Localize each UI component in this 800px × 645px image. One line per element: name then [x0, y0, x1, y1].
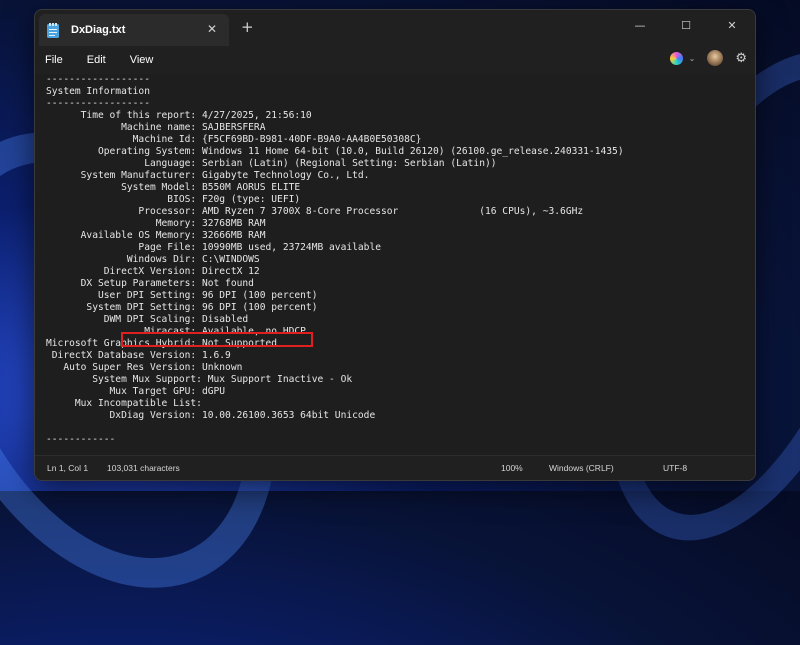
text-line: ------------------	[46, 98, 150, 109]
avatar[interactable]	[707, 50, 724, 66]
text-line: System Model: B550M AORUS ELITE	[46, 182, 301, 193]
miracast-highlight-box	[121, 332, 313, 347]
text-line: Memory: 32768MB RAM	[46, 218, 266, 229]
zoom-level[interactable]: 100%	[501, 463, 523, 473]
text-line: System Manufacturer: Gigabyte Technology…	[46, 170, 370, 181]
maximize-button[interactable]: ☐	[663, 10, 709, 40]
text-line: DxDiag Version: 10.00.26100.3653 64bit U…	[46, 410, 376, 421]
text-line: DirectX Database Version: 1.6.9	[46, 350, 231, 361]
text-line: Mux Target GPU: dGPU	[46, 386, 226, 397]
tab-title: DxDiag.txt	[71, 24, 126, 36]
close-tab-icon[interactable]: ✕	[207, 22, 217, 36]
text-line: Auto Super Res Version: Unknown	[46, 362, 243, 373]
text-line: ------------------	[46, 74, 150, 85]
text-line: DirectX Version: DirectX 12	[46, 266, 260, 277]
menu-bar: File Edit View ⌄ ⚙	[35, 46, 755, 74]
text-line: Processor: AMD Ryzen 7 3700X 8-Core Proc…	[46, 206, 584, 217]
cursor-position[interactable]: Ln 1, Col 1	[47, 463, 88, 473]
gear-icon[interactable]: ⚙	[735, 51, 747, 66]
text-line: Windows Dir: C:\WINDOWS	[46, 254, 260, 265]
text-line: ------------	[46, 434, 116, 445]
text-line: User DPI Setting: 96 DPI (100 percent)	[46, 290, 318, 301]
encoding[interactable]: UTF-8	[663, 463, 687, 473]
tab-dxdiag[interactable]: DxDiag.txt ✕	[39, 14, 229, 46]
text-line: System Mux Support: Mux Support Inactive…	[46, 374, 353, 385]
text-line: DWM DPI Scaling: Disabled	[46, 314, 249, 325]
text-line: BIOS: F20g (type: UEFI)	[46, 194, 301, 205]
status-bar: Ln 1, Col 1 103,031 characters 100% Wind…	[35, 455, 755, 480]
new-tab-button[interactable]: +	[241, 18, 254, 36]
notepad-window: DxDiag.txt ✕ + — ☐ ✕ File Edit View ⌄ ⚙ …	[34, 9, 756, 481]
close-window-button[interactable]: ✕	[709, 10, 755, 40]
text-line: System DPI Setting: 96 DPI (100 percent)	[46, 302, 318, 313]
character-count: 103,031 characters	[107, 463, 180, 473]
text-editor[interactable]: ------------------ System Information --…	[35, 74, 755, 456]
menu-view[interactable]: View	[130, 54, 154, 66]
notepad-icon	[47, 22, 59, 38]
text-line: Available OS Memory: 32666MB RAM	[46, 230, 266, 241]
line-ending[interactable]: Windows (CRLF)	[549, 463, 614, 473]
text-line: Machine Id: {F5CF69BD-B981-40DF-B9A0-AA4…	[46, 134, 422, 145]
menu-edit[interactable]: Edit	[87, 54, 106, 66]
chevron-down-icon[interactable]: ⌄	[689, 54, 696, 63]
text-line: Page File: 10990MB used, 23724MB availab…	[46, 242, 382, 253]
text-line: Time of this report: 4/27/2025, 21:56:10	[46, 110, 312, 121]
text-line: Mux Incompatible List:	[46, 398, 202, 409]
text-line: Operating System: Windows 11 Home 64-bit…	[46, 146, 624, 157]
text-line: Language: Serbian (Latin) (Regional Sett…	[46, 158, 497, 169]
text-line: System Information	[46, 86, 150, 97]
minimize-button[interactable]: —	[617, 10, 663, 40]
text-line: DX Setup Parameters: Not found	[46, 278, 254, 289]
copilot-icon[interactable]	[669, 51, 683, 65]
title-bar[interactable]: DxDiag.txt ✕ + — ☐ ✕	[35, 10, 755, 46]
text-line: Machine name: SAJBERSFERA	[46, 122, 266, 133]
menu-file[interactable]: File	[45, 54, 63, 66]
